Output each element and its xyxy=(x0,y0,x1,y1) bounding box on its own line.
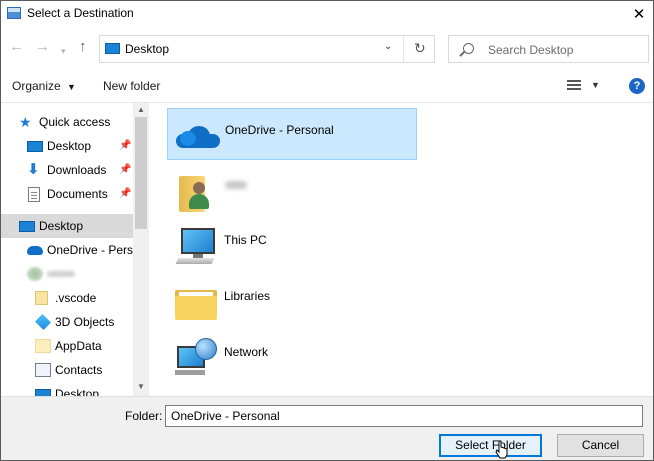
sidebar-item-label: Desktop xyxy=(39,219,84,233)
help-icon[interactable]: ? xyxy=(629,78,645,94)
search-input[interactable]: Search Desktop xyxy=(448,35,649,63)
view-chevron-down-icon[interactable]: ▼ xyxy=(591,80,600,90)
sidebar-item-label: OneDrive - Persc xyxy=(47,243,140,257)
sidebar-item-onedrive[interactable]: OneDrive - Persc xyxy=(1,238,139,262)
organize-chevron-down-icon: ▼ xyxy=(67,82,76,92)
back-arrow-icon[interactable]: ← xyxy=(9,39,24,55)
navigation-scrollbar[interactable]: ▲ ▼ xyxy=(133,103,149,396)
folder-icon xyxy=(35,339,51,353)
onedrive-icon xyxy=(174,114,220,154)
sidebar-item-desktop[interactable]: Desktop xyxy=(1,214,133,238)
list-item-libraries[interactable]: Libraries xyxy=(167,275,417,327)
search-placeholder: Search Desktop xyxy=(488,43,574,57)
star-icon: ★ xyxy=(19,114,32,130)
dialog-footer: Folder: Select Folder Cancel xyxy=(1,396,653,460)
recent-locations-chevron-icon[interactable]: ▾ xyxy=(61,43,66,59)
desktop-icon xyxy=(27,141,43,152)
folder-icon xyxy=(35,291,48,305)
scroll-thumb[interactable] xyxy=(135,117,147,229)
folder-field-label: Folder: xyxy=(125,409,163,423)
pin-icon: 📌 xyxy=(119,140,132,151)
redacted-user-name xyxy=(47,271,75,277)
desktop-icon xyxy=(19,221,35,232)
address-dropdown-chevron-icon[interactable]: ⌄ xyxy=(384,41,392,52)
sidebar-item-documents[interactable]: Documents 📌 xyxy=(1,182,133,206)
view-options-icon[interactable] xyxy=(567,79,581,92)
close-button[interactable]: ✕ xyxy=(625,1,653,27)
new-folder-button[interactable]: New folder xyxy=(103,79,160,93)
address-text: Desktop xyxy=(125,42,170,56)
documents-icon xyxy=(28,187,40,202)
sidebar-item-desktop-pinned[interactable]: Desktop 📌 xyxy=(1,134,133,158)
download-icon: ⬇ xyxy=(27,161,40,178)
scroll-up-arrow-icon[interactable]: ▲ xyxy=(137,105,145,114)
user-folder-icon xyxy=(173,168,217,212)
pin-icon: 📌 xyxy=(119,164,132,175)
sidebar-item-contacts[interactable]: Contacts xyxy=(1,358,133,382)
user-icon xyxy=(27,267,43,281)
list-item-network[interactable]: Network xyxy=(167,331,417,383)
sidebar-item-label: AppData xyxy=(55,339,102,353)
list-item-user-folder[interactable] xyxy=(167,163,417,215)
scroll-down-arrow-icon[interactable]: ▼ xyxy=(137,382,145,391)
sidebar-item-label: Contacts xyxy=(55,363,103,377)
redacted-user-name xyxy=(225,181,247,189)
onedrive-icon xyxy=(27,246,43,255)
list-item-this-pc[interactable]: This PC xyxy=(167,219,417,271)
sidebar-item-label: Desktop xyxy=(47,139,92,153)
3d-objects-icon xyxy=(35,314,51,330)
window-title: Select a Destination xyxy=(27,6,134,20)
search-icon xyxy=(463,43,474,54)
sidebar-item-desktop-sub[interactable]: Desktop xyxy=(1,382,133,396)
command-toolbar: Organize ▼ New folder ▼ ? xyxy=(1,71,653,101)
navigation-pane: ★ Quick access Desktop 📌 ⬇ Downloads 📌 D… xyxy=(1,103,149,396)
folder-contents-pane: OneDrive - Personal This PC Libraries Ne… xyxy=(151,103,653,396)
sidebar-item-label: Desktop xyxy=(55,387,100,396)
list-item-label: This PC xyxy=(224,233,267,247)
contacts-icon xyxy=(35,363,51,377)
organize-button[interactable]: Organize ▼ xyxy=(12,79,76,93)
cancel-button[interactable]: Cancel xyxy=(557,434,644,457)
app-window-icon xyxy=(7,7,21,19)
sidebar-item-label: 3D Objects xyxy=(55,315,115,329)
sidebar-item-label: Downloads xyxy=(47,163,107,177)
list-item-label: Libraries xyxy=(224,289,271,303)
sidebar-item-vscode[interactable]: .vscode xyxy=(1,286,133,310)
folder-name-input[interactable] xyxy=(165,405,643,427)
list-item-onedrive[interactable]: OneDrive - Personal xyxy=(167,108,417,160)
organize-label: Organize xyxy=(12,79,61,93)
libraries-icon xyxy=(173,280,217,320)
list-item-label: OneDrive - Personal xyxy=(225,123,334,137)
desktop-icon xyxy=(35,389,51,396)
address-separator xyxy=(403,36,404,62)
sidebar-item-label: Documents xyxy=(47,187,108,201)
network-icon xyxy=(173,336,217,376)
forward-arrow-icon[interactable]: → xyxy=(35,39,50,55)
sidebar-item-3d-objects[interactable]: 3D Objects xyxy=(1,310,133,334)
sidebar-item-downloads[interactable]: ⬇ Downloads 📌 xyxy=(1,158,133,182)
refresh-icon[interactable]: ↻ xyxy=(414,40,426,57)
pin-icon: 📌 xyxy=(119,188,132,199)
this-pc-icon xyxy=(173,224,217,264)
sidebar-item-label: .vscode xyxy=(55,291,97,305)
desktop-icon xyxy=(105,43,120,54)
select-folder-button[interactable]: Select Folder xyxy=(439,434,542,457)
sidebar-item-user[interactable] xyxy=(1,262,133,286)
select-destination-dialog: Select a Destination ✕ ← → ▾ ↑ Desktop ⌄… xyxy=(0,0,654,461)
title-bar: Select a Destination ✕ xyxy=(1,1,653,27)
address-bar[interactable]: Desktop ⌄ ↻ xyxy=(99,35,435,63)
sidebar-item-quick-access[interactable]: ★ Quick access xyxy=(1,110,133,134)
list-item-label: Network xyxy=(224,345,269,359)
sidebar-item-label: Quick access xyxy=(39,115,111,129)
navigation-bar: ← → ▾ ↑ Desktop ⌄ ↻ Search Desktop xyxy=(1,31,653,65)
sidebar-item-appdata[interactable]: AppData xyxy=(1,334,133,358)
up-arrow-icon[interactable]: ↑ xyxy=(79,39,87,55)
